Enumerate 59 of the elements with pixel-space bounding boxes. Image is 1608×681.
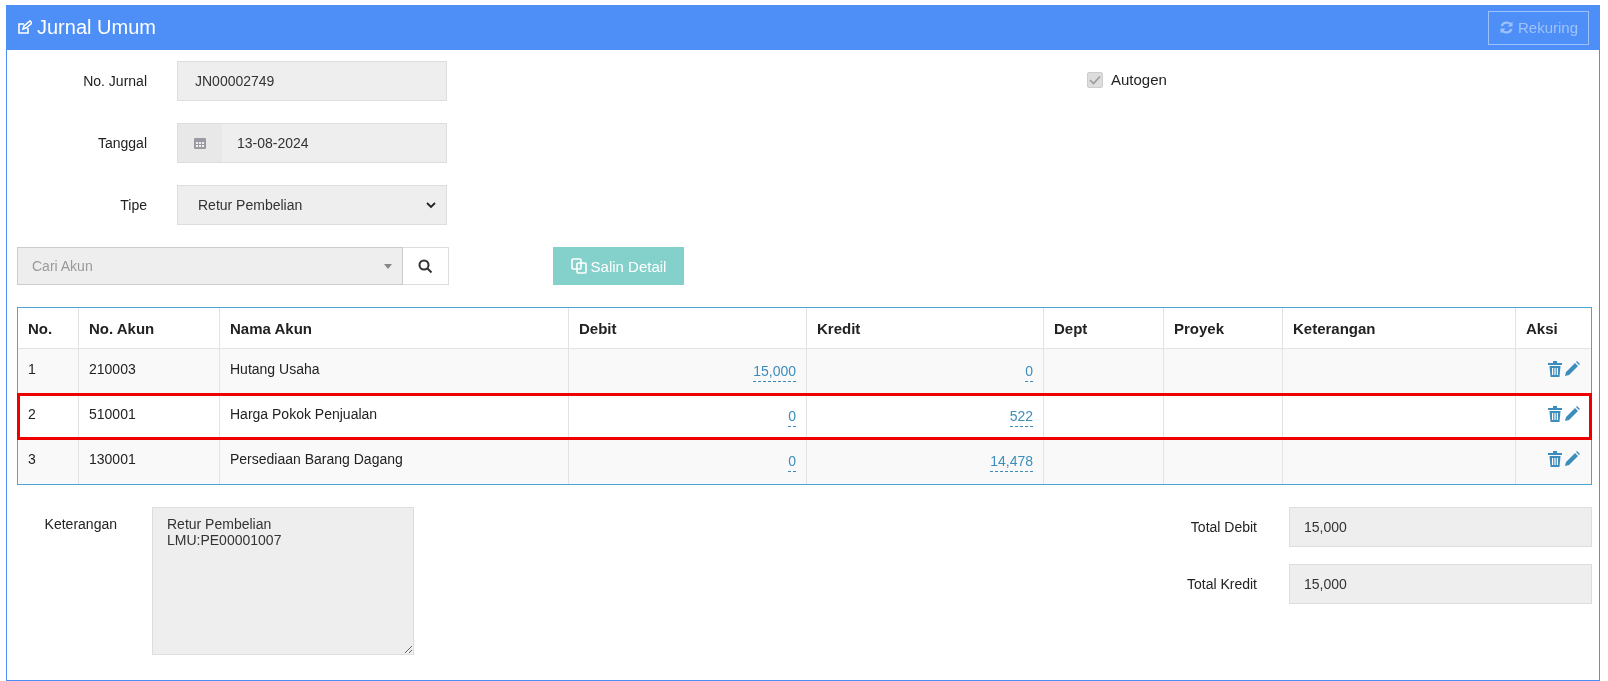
column-header: Debit <box>568 308 807 349</box>
pencil-icon <box>1564 361 1580 377</box>
column-header: Proyek <box>1163 308 1283 349</box>
table-cell: 210003 <box>78 348 220 394</box>
search-button[interactable] <box>403 247 449 285</box>
table-cell: 510001 <box>78 393 220 439</box>
editable-amount-link[interactable]: 0 <box>788 453 796 472</box>
editable-amount-link[interactable]: 15,000 <box>753 363 796 382</box>
column-header: Nama Akun <box>219 308 569 349</box>
delete-button[interactable] <box>1547 406 1563 422</box>
table-cell: Harga Pokok Penjualan <box>219 393 569 439</box>
edit-button[interactable] <box>1563 451 1581 467</box>
trash-icon <box>1548 451 1562 467</box>
editable-amount-link[interactable]: 0 <box>1025 363 1033 382</box>
table-cell: 2 <box>18 393 79 439</box>
editable-amount-link[interactable]: 0 <box>788 408 796 427</box>
account-search-field[interactable]: Cari Akun <box>17 247 403 285</box>
account-search-placeholder: Cari Akun <box>32 258 93 274</box>
pencil-icon <box>1564 451 1580 467</box>
table-cell: 1 <box>18 348 79 394</box>
field-label: No. Jurnal <box>82 73 147 89</box>
field-label: Tanggal <box>96 135 147 151</box>
search-icon <box>418 258 433 274</box>
delete-button[interactable] <box>1547 451 1563 467</box>
table-cell: Hutang Usaha <box>219 348 569 394</box>
editable-amount-link[interactable]: 522 <box>1009 408 1033 427</box>
column-header: Kredit <box>806 308 1044 349</box>
caret-down-icon <box>384 263 392 269</box>
checkmark-icon <box>1089 74 1101 85</box>
field-label: Total Debit <box>1189 518 1257 535</box>
column-header: Keterangan <box>1282 308 1516 349</box>
refresh-icon <box>1498 20 1514 35</box>
journal-number-field[interactable]: JN00002749 <box>177 61 447 101</box>
copy-icon <box>570 258 587 274</box>
table-cell: 3 <box>18 438 79 484</box>
column-header: Aksi <box>1515 308 1591 349</box>
panel-title: Jurnal Umum <box>37 16 156 39</box>
chevron-down-icon <box>426 201 436 209</box>
column-header: Dept <box>1043 308 1164 349</box>
autogen-label: Autogen <box>1111 71 1167 88</box>
field-label: Total Kredit <box>1185 575 1257 592</box>
column-header: No. <box>18 308 79 349</box>
total-field[interactable]: 15,000 <box>1289 563 1592 604</box>
edit-button[interactable] <box>1563 361 1581 377</box>
table-cell: Persediaan Barang Dagang <box>219 438 569 484</box>
editable-amount-link[interactable]: 14,478 <box>990 453 1033 472</box>
field-label: Tipe <box>119 197 147 213</box>
type-select[interactable]: Retur Pembelian <box>177 185 447 225</box>
pencil-icon <box>1564 406 1580 422</box>
table-cell: 130001 <box>78 438 220 484</box>
total-field[interactable]: 15,000 <box>1289 506 1592 547</box>
column-header: No. Akun <box>78 308 220 349</box>
field-label: Keterangan <box>43 514 117 532</box>
trash-icon <box>1548 361 1562 377</box>
edit-icon <box>17 20 32 35</box>
edit-button[interactable] <box>1563 406 1581 422</box>
notes-textarea[interactable]: Retur Pembelian LMU:PE00001007 <box>152 506 414 655</box>
trash-icon <box>1548 406 1562 422</box>
delete-button[interactable] <box>1547 361 1563 377</box>
